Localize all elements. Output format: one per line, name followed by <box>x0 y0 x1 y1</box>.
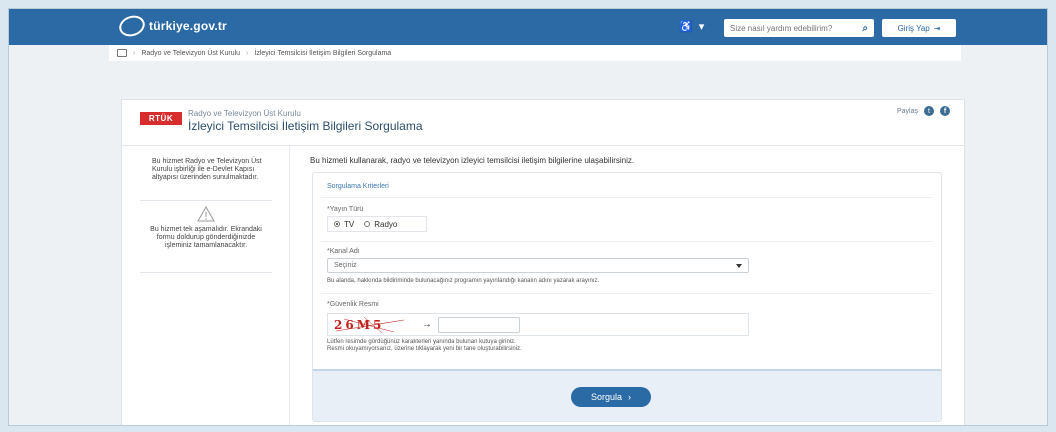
broadcast-type-label: *Yayın Türü <box>327 206 364 213</box>
service-intro: Bu hizmeti kullanarak, radyo ve televizy… <box>310 156 635 165</box>
divider <box>140 200 272 201</box>
section-title: Sorgulama Kriterleri <box>327 183 389 190</box>
service-provider-info: Bu hizmet Radyo ve Televizyon Üst Kurulu… <box>152 158 262 181</box>
search-icon[interactable]: ⌕ <box>862 23 868 34</box>
radio-tv-indicator[interactable] <box>334 221 340 227</box>
rtuk-logo: RTÜK <box>140 112 182 125</box>
channel-label: *Kanal Adı <box>327 248 360 255</box>
breadcrumb: › Radyo ve Televizyon Üst Kurulu › İzley… <box>109 45 961 61</box>
turkiye-gov-logo[interactable]: türkiye.gov.tr <box>116 12 227 40</box>
chevron-down-icon: ▾ <box>698 21 705 33</box>
captcha-input[interactable] <box>438 316 520 333</box>
channel-select-value: Seçiniz <box>334 262 357 269</box>
divider <box>321 197 933 198</box>
facebook-icon[interactable]: f <box>940 106 950 116</box>
divider <box>140 272 272 273</box>
search-box: ⌕ <box>724 19 874 37</box>
submit-area: Sorgula › <box>313 369 941 421</box>
query-form: Sorgulama Kriterleri *Yayın Türü TV Rady… <box>312 172 942 422</box>
captcha-image[interactable]: 26M5 <box>334 316 416 334</box>
top-navigation-bar: türkiye.gov.tr ♿ ▾ ⌕ Giriş Yap ⇥ <box>9 9 1047 45</box>
home-icon[interactable] <box>117 49 127 57</box>
share-bar: Paylaş t f <box>897 106 950 116</box>
chevron-right-icon: › <box>628 392 632 402</box>
login-button[interactable]: Giriş Yap ⇥ <box>882 19 956 37</box>
page-title: İzleyici Temsilcisi İletişim Bilgileri S… <box>188 119 423 133</box>
channel-help-text: Bu alanda, hakkında bildiriminde bulunac… <box>327 278 600 284</box>
captcha-row: 26M5 → <box>327 313 749 336</box>
radio-radyo[interactable]: Radyo <box>364 220 397 229</box>
broadcast-type-radio-group: TV Radyo <box>327 216 427 232</box>
login-label: Giriş Yap <box>897 23 930 33</box>
captcha-noise <box>335 316 405 333</box>
captcha-label: *Güvenlik Resmi <box>327 301 379 308</box>
radio-tv[interactable]: TV <box>334 220 354 229</box>
channel-select[interactable]: Seçiniz <box>327 258 749 273</box>
breadcrumb-item-current: İzleyici Temsilcisi İletişim Bilgileri S… <box>254 49 392 57</box>
submit-label: Sorgula <box>590 392 623 402</box>
chevron-down-icon <box>736 263 742 268</box>
share-label: Paylaş <box>896 107 918 115</box>
radio-tv-label: TV <box>344 219 355 229</box>
search-input[interactable] <box>730 23 850 33</box>
query-submit-button[interactable]: Sorgula › <box>571 387 651 407</box>
arrow-right-icon: → <box>422 319 432 330</box>
captcha-help-text: Lütfen resimde gördüğünüz karakterleri y… <box>327 339 522 353</box>
warning-icon <box>197 206 215 222</box>
divider <box>321 293 933 294</box>
service-info-sidebar: Bu hizmet Radyo ve Televizyon Üst Kurulu… <box>122 146 290 425</box>
radio-radyo-label: Radyo <box>374 219 398 229</box>
breadcrumb-separator: › <box>133 49 136 57</box>
accessibility-menu-button[interactable]: ♿ ▾ <box>679 20 704 33</box>
accessibility-icon: ♿ <box>679 21 693 33</box>
radio-radyo-indicator[interactable] <box>364 221 371 227</box>
browser-frame: türkiye.gov.tr ♿ ▾ ⌕ Giriş Yap ⇥ › Radyo… <box>8 8 1048 426</box>
captcha-help-line-1: Lütfen resimde gördüğünüz karakterleri y… <box>327 339 516 345</box>
breadcrumb-item-institution[interactable]: Radyo ve Televizyon Üst Kurulu <box>141 50 240 57</box>
logo-text: türkiye.gov.tr <box>149 19 227 33</box>
single-step-info: Bu hizmet tek aşamalıdır. Ekrandaki form… <box>150 226 262 249</box>
captcha-help-line-2: Resmi okuyamıyorsanız, üzerine tıklayara… <box>327 346 522 352</box>
divider <box>321 241 933 242</box>
logo-mark-icon <box>116 12 148 40</box>
login-icon: ⇥ <box>933 23 941 33</box>
twitter-icon[interactable]: t <box>924 106 934 116</box>
institution-name[interactable]: Radyo ve Televizyon Üst Kurulu <box>188 109 301 118</box>
breadcrumb-separator: › <box>246 49 249 57</box>
service-panel: RTÜK Radyo ve Televizyon Üst Kurulu İzle… <box>121 99 965 425</box>
service-header: RTÜK Radyo ve Televizyon Üst Kurulu İzle… <box>122 100 964 146</box>
